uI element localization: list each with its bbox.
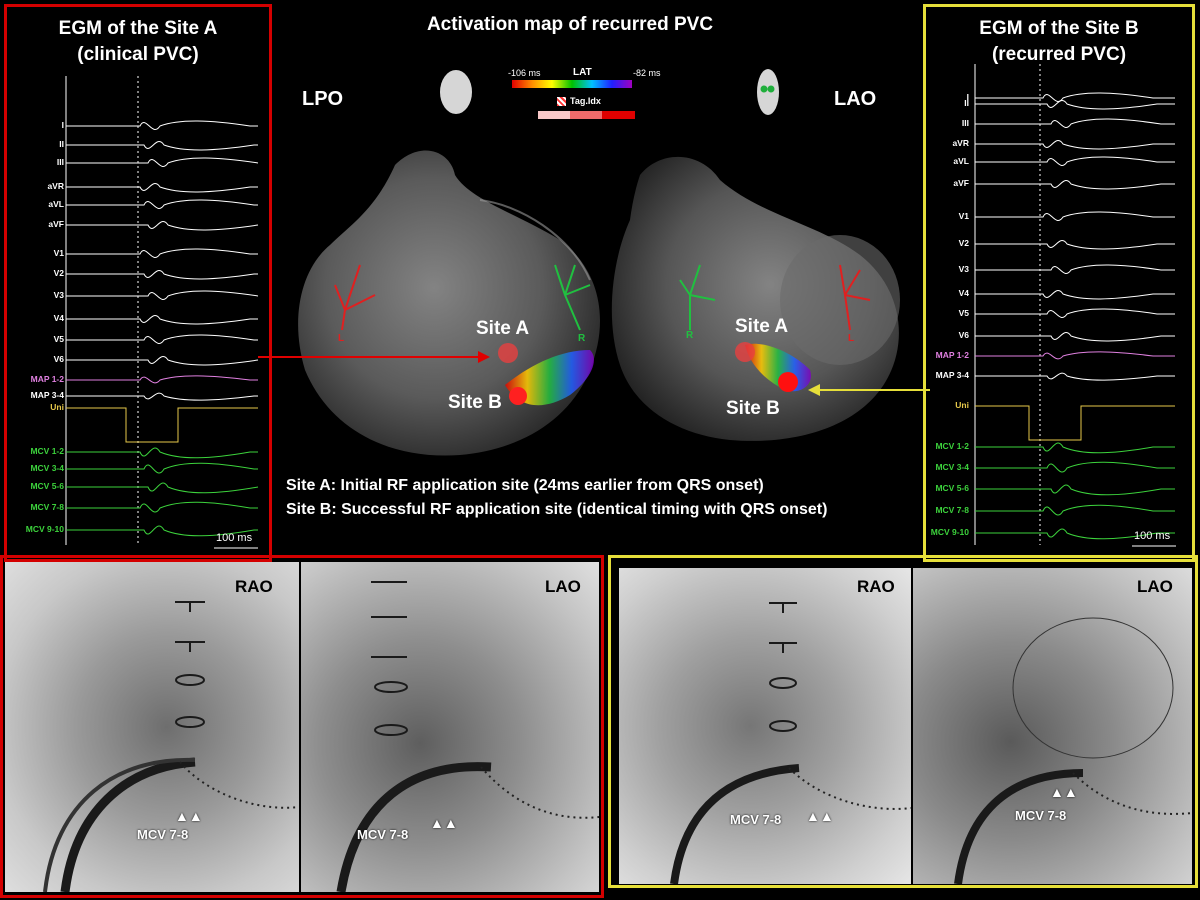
caption-site-a: Site A: Initial RF application site (24m… [286,477,764,494]
fluoro-a-lao-drawing [336,581,599,892]
arrowhead-icon: ▲▲ [1050,784,1078,800]
site-a-marker-lpo [498,343,518,363]
arrowhead-icon: ▲▲ [430,815,458,831]
axis-L-lao-label: L [848,333,855,344]
site-a-label-lao: Site A [735,316,789,337]
arrowhead-icon: ▲▲ [806,808,834,824]
site-a-label-lpo: Site A [476,318,530,339]
activation-map-drawing [258,150,930,456]
fluoro-b-lao-drawing [954,617,1192,884]
fluoro-a-lao-mcv-label: MCV 7-8 [357,827,409,842]
site-b-marker-lao [778,372,798,392]
fluoro-a-lao-label: LAO [545,577,581,596]
site-b-marker-lpo [509,387,527,405]
axis-R-lao-label: R [686,330,694,341]
fluoro-b-rao-image [619,568,911,884]
fluoro-b-lao-label: LAO [1137,577,1173,596]
fluoro-a-lao-image [301,562,599,892]
caption-site-b: Site B: Successful RF application site (… [286,501,828,518]
fluoro-a-rao-mcv-label: MCV 7-8 [137,827,189,842]
site-b-label-lpo: Site B [448,392,502,413]
axis-R-lpo-label: R [578,333,586,344]
axis-L-lpo-label: L [338,333,345,344]
site-b-label-lao: Site B [726,398,780,419]
fluoro-a-rao-drawing [43,601,299,892]
fluoro-a-rao-label: RAO [235,577,273,596]
fluoro-b-rao-mcv-label: MCV 7-8 [730,812,782,827]
arrowhead-icon: ▲▲ [175,808,203,824]
fluoro-b-lao-image [913,568,1192,884]
fluoro-b-rao-label: RAO [857,577,895,596]
fluoro-b-rao-drawing [670,602,911,884]
site-a-marker-lao [735,342,755,362]
fluoro-b-lao-mcv-label: MCV 7-8 [1015,808,1067,823]
fluoro-a-rao-image [5,562,299,892]
